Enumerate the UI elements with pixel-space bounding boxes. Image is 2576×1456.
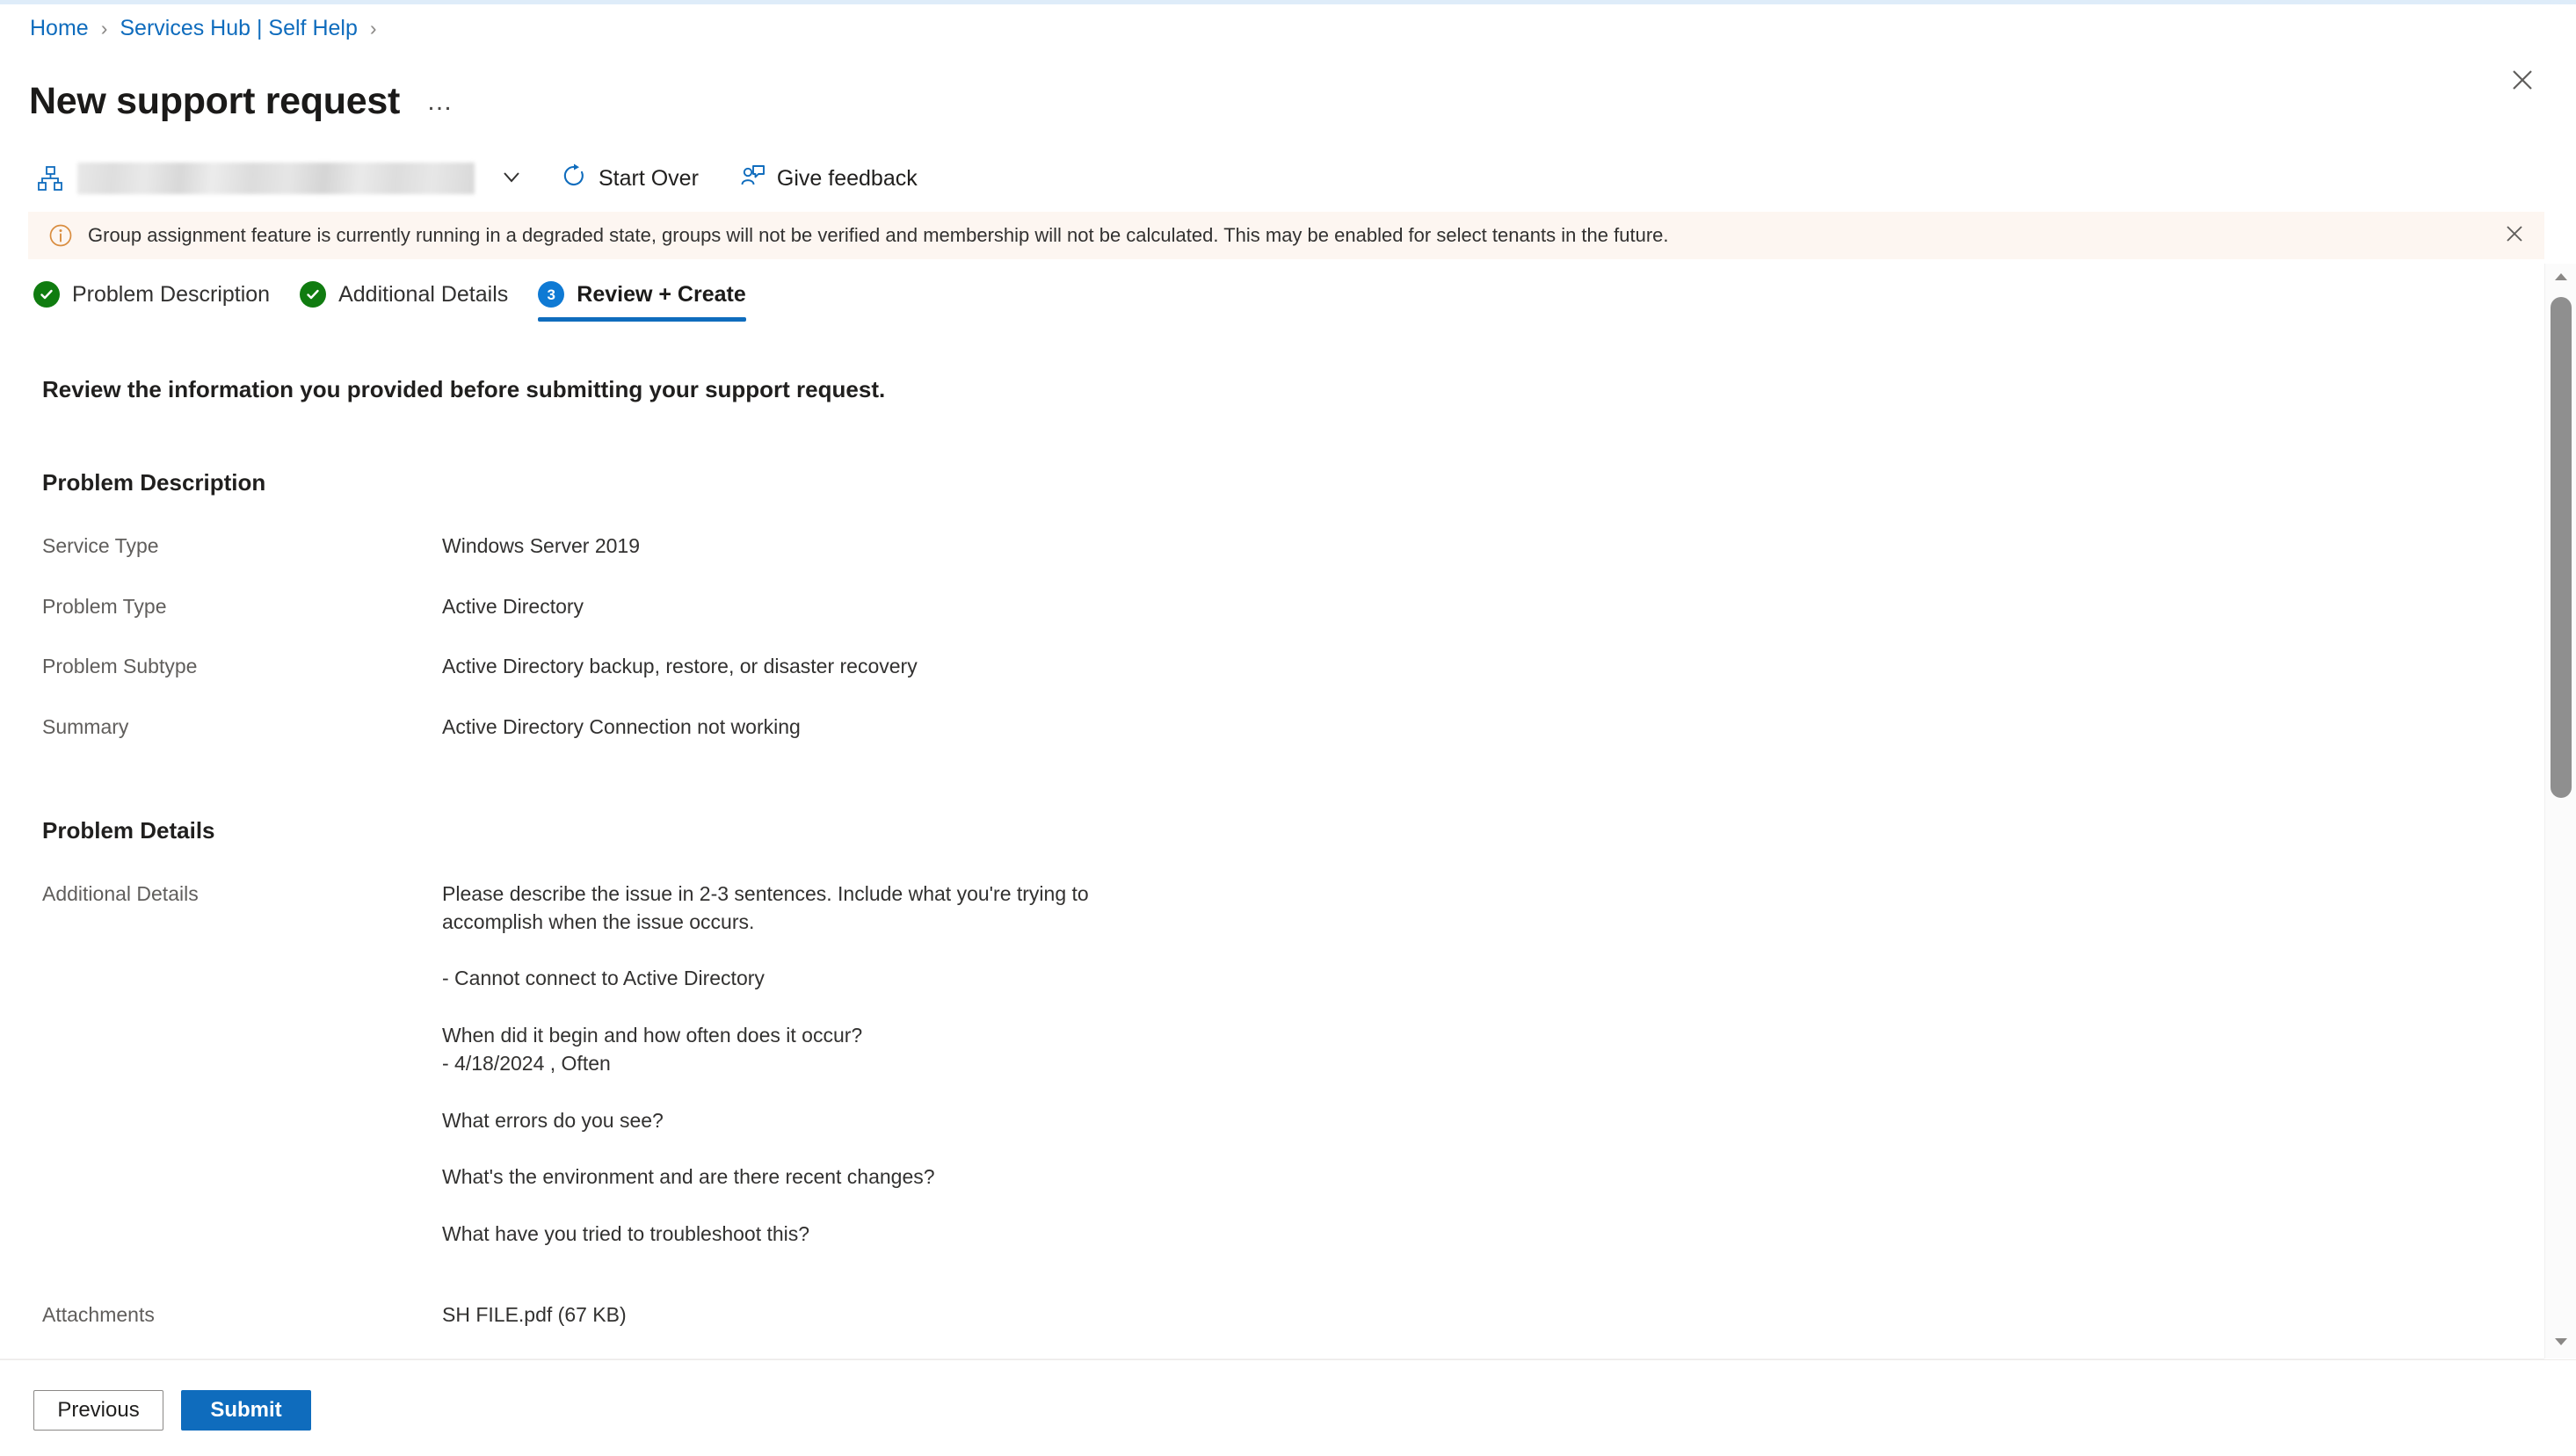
row-value: Active Directory backup, restore, or dis… <box>442 655 918 678</box>
scroll-down-icon <box>2553 1336 2569 1351</box>
row-additional-details: Additional Details Please describe the i… <box>42 880 2544 1249</box>
give-feedback-label: Give feedback <box>776 165 918 191</box>
scroll-up-icon <box>2553 271 2569 286</box>
step-number-badge: 3 <box>538 281 565 308</box>
close-icon <box>2503 222 2526 250</box>
breadcrumb-item-home[interactable]: Home <box>30 16 89 41</box>
wizard-step-tabs: Problem Description Additional Details 3… <box>26 274 769 327</box>
breadcrumb-separator-icon: › <box>369 17 377 40</box>
tab-label: Additional Details <box>338 281 509 307</box>
start-over-button[interactable]: Start Over <box>547 157 713 199</box>
row-service-type: Service Type Windows Server 2019 <box>42 532 2544 561</box>
start-over-label: Start Over <box>599 165 699 191</box>
breadcrumb: Home › Services Hub | Self Help › <box>30 16 389 41</box>
section-title-problem-details: Problem Details <box>42 816 215 844</box>
row-value: Active Directory <box>442 594 584 618</box>
breadcrumb-item-services-hub[interactable]: Services Hub | Self Help <box>120 16 358 41</box>
row-label: Additional Details <box>42 881 199 905</box>
breadcrumb-separator-icon: › <box>100 17 108 40</box>
detail-paragraph: Please describe the issue in 2-3 sentenc… <box>442 881 1089 933</box>
organization-select-chevron[interactable] <box>489 159 534 198</box>
tab-label: Problem Description <box>72 281 271 307</box>
tab-additional-details[interactable]: Additional Details <box>293 274 531 327</box>
review-content: Review the information you provided befo… <box>0 344 2544 1358</box>
row-label: Service Type <box>42 534 159 557</box>
chevron-down-icon <box>499 164 524 193</box>
give-feedback-button[interactable]: Give feedback <box>725 157 932 199</box>
row-label: Summary <box>42 715 129 739</box>
feedback-person-icon <box>739 163 766 195</box>
detail-paragraph: - Cannot connect to Active Directory <box>442 967 765 990</box>
page-title: New support request <box>29 79 400 122</box>
detail-paragraph: What have you tried to troubleshoot this… <box>442 1222 810 1246</box>
title-row: New support request … <box>29 54 460 148</box>
info-icon <box>47 222 74 249</box>
row-label: Problem Subtype <box>42 655 198 678</box>
detail-paragraph: What's the environment and are there rec… <box>442 1165 935 1189</box>
organization-select-value[interactable] <box>77 163 475 194</box>
dismiss-message-button[interactable] <box>2497 218 2532 253</box>
step-complete-icon <box>33 281 60 308</box>
tab-label: Review + Create <box>577 281 746 307</box>
scroll-up-button[interactable] <box>2545 264 2576 293</box>
detail-paragraph: What errors do you see? <box>442 1108 664 1132</box>
row-value: Windows Server 2019 <box>442 534 640 557</box>
row-label: Attachments <box>42 1302 155 1326</box>
row-attachments: Attachments SH FILE.pdf (67 KB) <box>42 1301 2544 1329</box>
support-request-page: Home › Services Hub | Self Help › New su… <box>0 0 2576 1456</box>
refresh-icon <box>561 163 587 195</box>
row-problem-type: Problem Type Active Directory <box>42 593 2544 621</box>
section-title-problem-description: Problem Description <box>42 469 266 496</box>
scrollbar-thumb[interactable] <box>2551 297 2572 798</box>
row-label: Problem Type <box>42 594 167 618</box>
row-value: Please describe the issue in 2-3 sentenc… <box>442 880 1145 1249</box>
tab-problem-description[interactable]: Problem Description <box>26 274 293 327</box>
more-options-icon[interactable]: … <box>421 88 460 123</box>
top-accent-strip <box>0 0 2576 4</box>
wizard-footer: Previous Submit <box>0 1359 2576 1456</box>
scroll-down-button[interactable] <box>2545 1329 2576 1358</box>
submit-button[interactable]: Submit <box>181 1390 311 1431</box>
row-value: Active Directory Connection not working <box>442 715 801 739</box>
detail-paragraph: When did it begin and how often does it … <box>442 1024 863 1075</box>
tab-review-create[interactable]: 3 Review + Create <box>531 274 768 327</box>
command-bar: Start Over Give feedback <box>0 151 2544 206</box>
org-hierarchy-icon <box>35 163 65 193</box>
step-number: 3 <box>547 286 555 303</box>
close-panel-button[interactable] <box>2504 62 2541 98</box>
row-summary: Summary Active Directory Connection not … <box>42 714 2544 742</box>
review-lead-text: Review the information you provided befo… <box>42 376 886 402</box>
row-value: SH FILE.pdf (67 KB) <box>442 1302 627 1326</box>
row-problem-subtype: Problem Subtype Active Directory backup,… <box>42 653 2544 681</box>
previous-button[interactable]: Previous <box>33 1390 163 1431</box>
degraded-state-message-bar: Group assignment feature is currently ru… <box>28 212 2544 259</box>
step-complete-icon <box>300 281 327 308</box>
close-icon <box>2509 67 2536 93</box>
message-bar-text: Group assignment feature is currently ru… <box>88 224 1669 247</box>
content-scrollbar[interactable] <box>2544 264 2576 1358</box>
